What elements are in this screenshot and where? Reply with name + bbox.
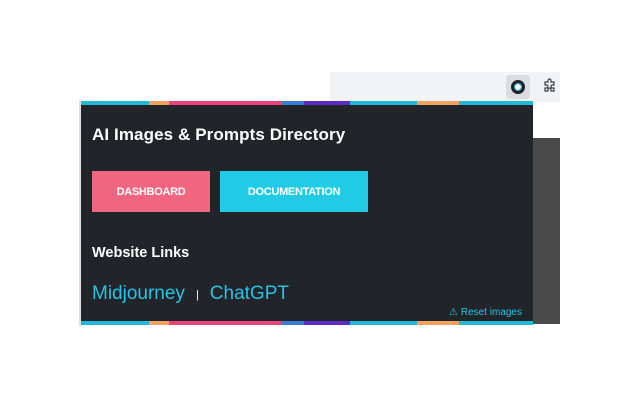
ai-prompts-extension-icon bbox=[511, 80, 525, 94]
reset-images-label: Reset images bbox=[460, 307, 522, 318]
stripe-segment bbox=[350, 101, 417, 105]
midjourney-link[interactable]: Midjourney bbox=[92, 283, 185, 305]
website-links-heading: Website Links bbox=[92, 245, 190, 261]
stripe-segment bbox=[417, 321, 459, 325]
background-page bbox=[533, 102, 560, 138]
extension-popup: AI Images & Prompts Directory DASHBOARD … bbox=[81, 101, 533, 325]
ai-prompts-extension-button[interactable] bbox=[506, 75, 530, 99]
stripe-segment bbox=[282, 101, 304, 105]
stripe-segment bbox=[459, 101, 533, 105]
popup-title: AI Images & Prompts Directory bbox=[92, 125, 346, 144]
stripe-segment bbox=[350, 321, 417, 325]
extensions-button[interactable] bbox=[538, 75, 562, 99]
website-links: Midjourney | ChatGPT bbox=[92, 283, 289, 305]
stripe-segment bbox=[304, 101, 350, 105]
color-stripe-top bbox=[81, 101, 533, 105]
stripe-segment bbox=[149, 101, 169, 105]
dashboard-button[interactable]: DASHBOARD bbox=[92, 171, 210, 212]
stripe-segment bbox=[459, 321, 533, 325]
stripe-segment bbox=[304, 321, 350, 325]
link-separator: | bbox=[195, 289, 199, 301]
puzzle-icon bbox=[542, 77, 558, 97]
color-stripe-bottom bbox=[81, 321, 533, 325]
stripe-segment bbox=[169, 101, 282, 105]
stripe-segment bbox=[149, 321, 169, 325]
stripe-segment bbox=[81, 321, 149, 325]
stripe-segment bbox=[282, 321, 304, 325]
chatgpt-link[interactable]: ChatGPT bbox=[210, 283, 289, 305]
stripe-segment bbox=[417, 101, 459, 105]
warning-icon: ⚠ bbox=[448, 307, 458, 318]
documentation-button[interactable]: DOCUMENTATION bbox=[220, 171, 368, 212]
stripe-segment bbox=[169, 321, 282, 325]
stripe-segment bbox=[81, 101, 149, 105]
background-page-content bbox=[533, 138, 560, 324]
reset-images-link[interactable]: ⚠ Reset images bbox=[449, 307, 522, 318]
